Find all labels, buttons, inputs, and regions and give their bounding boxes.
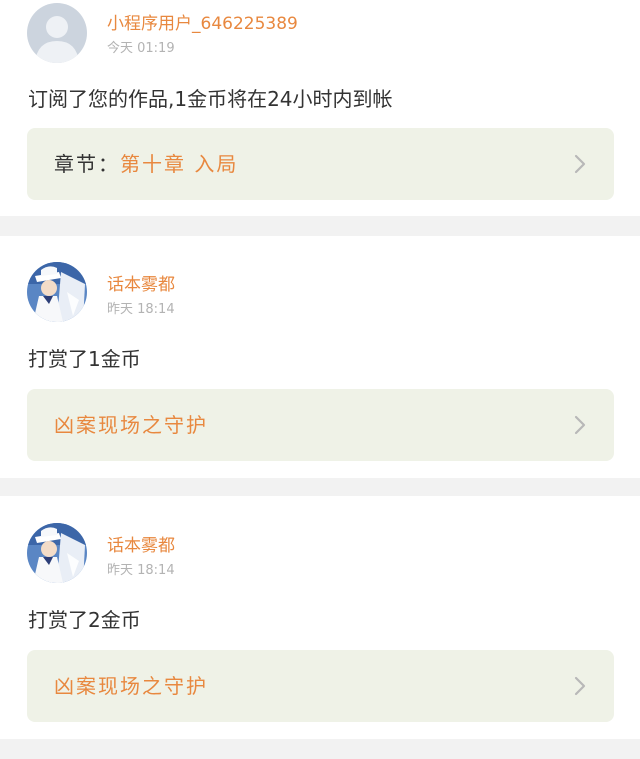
work-link[interactable]: 凶案现场之守护 [27,389,614,461]
notification-message: 打赏了2金币 [28,608,141,632]
link-text: 凶案现场之守护 [54,389,208,461]
chevron-right-icon [574,154,586,174]
character-portrait-icon [27,523,87,583]
notification-card: 话本雾都 昨天 18:14 打赏了1金币 凶案现场之守护 [0,236,640,478]
link-text: 章节：第十章 入局 [54,128,238,200]
link-title: 第十章 入局 [120,152,239,176]
anime-character-avatar[interactable] [27,523,87,583]
link-text: 凶案现场之守护 [54,650,208,722]
default-user-avatar[interactable] [27,3,87,63]
notification-card: 话本雾都 昨天 18:14 打赏了2金币 凶案现场之守护 [0,496,640,739]
chevron-right-icon [574,676,586,696]
timestamp: 昨天 18:14 [107,302,175,317]
username[interactable]: 话本雾都 [107,270,175,295]
link-prefix: 章节： [54,152,120,176]
chapter-link[interactable]: 章节：第十章 入局 [27,128,614,200]
link-title: 凶案现场之守护 [54,674,208,698]
user-silhouette-icon [27,3,87,63]
anime-character-avatar[interactable] [27,262,87,322]
timestamp: 今天 01:19 [107,41,175,56]
username[interactable]: 小程序用户_646225389 [107,9,298,34]
notification-card: 小程序用户_646225389 今天 01:19 订阅了您的作品,1金币将在24… [0,0,640,216]
chevron-right-icon [574,415,586,435]
work-link[interactable]: 凶案现场之守护 [27,650,614,722]
character-portrait-icon [27,262,87,322]
link-title: 凶案现场之守护 [54,413,208,437]
notification-message: 打赏了1金币 [28,347,141,371]
notification-message: 订阅了您的作品,1金币将在24小时内到帐 [28,87,393,111]
timestamp: 昨天 18:14 [107,563,175,578]
username[interactable]: 话本雾都 [107,531,175,556]
